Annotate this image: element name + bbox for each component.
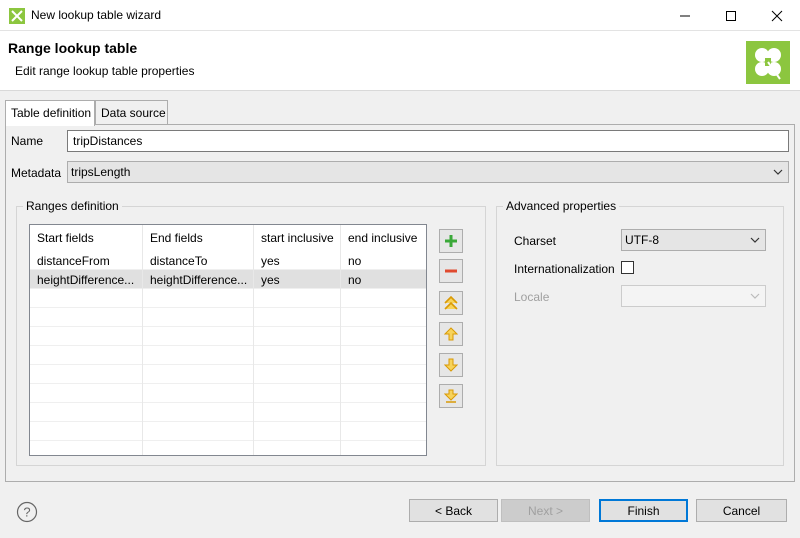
tab-table-definition[interactable]: Table definition [5, 100, 95, 126]
table-row-empty [30, 327, 426, 347]
advanced-group-title: Advanced properties [503, 199, 620, 213]
table-row-empty [30, 384, 426, 404]
move-down-icon [444, 358, 458, 372]
maximize-icon[interactable] [708, 0, 754, 31]
remove-row-button[interactable] [439, 259, 463, 283]
table-row-empty [30, 289, 426, 309]
locale-select[interactable] [621, 285, 766, 307]
name-label: Name [11, 134, 44, 148]
metadata-select[interactable]: tripsLength [67, 161, 789, 183]
table-cell: distanceTo [143, 251, 254, 271]
finish-button[interactable]: Finish [599, 499, 688, 522]
locale-label: Locale [514, 290, 550, 304]
move-top-icon [444, 296, 458, 310]
table-row-empty [30, 422, 426, 442]
tab-data-source[interactable]: Data source [95, 100, 168, 125]
internationalization-checkbox[interactable] [621, 261, 634, 274]
tab-label: Table definition [11, 106, 92, 120]
chevron-down-icon [773, 169, 783, 175]
tab-label: Data source [101, 106, 166, 120]
svg-text:?: ? [23, 505, 30, 520]
table-row-empty [30, 441, 426, 455]
move-down-button[interactable] [439, 353, 463, 377]
column-header-start-fields[interactable]: Start fields [30, 225, 143, 251]
minimize-icon[interactable] [662, 0, 708, 31]
move-bottom-button[interactable] [439, 384, 463, 408]
chevron-down-icon [750, 237, 760, 243]
table-cell: heightDifference... [30, 270, 143, 290]
table-cell: distanceFrom [30, 251, 143, 271]
column-header-end-inclusive[interactable]: end inclusive [341, 225, 426, 251]
table-cell: heightDifference... [143, 270, 254, 290]
table-cell: yes [254, 251, 341, 271]
ranges-group-title: Ranges definition [23, 199, 122, 213]
charset-select-value: UTF-8 [625, 233, 659, 247]
next-button[interactable]: Next > [501, 499, 590, 522]
help-icon[interactable]: ? [16, 501, 38, 523]
table-row-empty [30, 308, 426, 328]
table-row-selected[interactable]: heightDifference... heightDifference... … [30, 270, 426, 290]
charset-select[interactable]: UTF-8 [621, 229, 766, 251]
charset-label: Charset [514, 234, 557, 248]
metadata-select-value: tripsLength [71, 165, 131, 179]
chevron-down-icon [750, 293, 760, 299]
move-top-button[interactable] [439, 291, 463, 315]
table-cell: yes [254, 270, 341, 290]
column-header-end-fields[interactable]: End fields [143, 225, 254, 251]
table-cell: no [348, 273, 362, 287]
app-icon [9, 8, 25, 24]
table-cell: no [348, 254, 362, 268]
name-field[interactable]: tripDistances [67, 130, 789, 152]
remove-icon [445, 269, 457, 273]
window-title: New lookup table wizard [31, 8, 162, 22]
clover-logo-icon [746, 41, 790, 84]
move-up-button[interactable] [439, 322, 463, 346]
table-row-empty [30, 346, 426, 366]
wizard-header: Range lookup table Edit range lookup tab… [0, 31, 800, 91]
add-row-button[interactable] [439, 229, 463, 253]
page-subtitle: Edit range lookup table properties [15, 64, 195, 78]
back-button[interactable]: < Back [409, 499, 498, 522]
table-row[interactable]: distanceFrom distanceTo yes no [30, 251, 426, 271]
move-up-icon [444, 327, 458, 341]
ranges-table[interactable]: Start fields End fields start inclusive … [29, 224, 427, 456]
column-header-start-inclusive[interactable]: start inclusive [254, 225, 341, 251]
cancel-button[interactable]: Cancel [696, 499, 787, 522]
title-bar: New lookup table wizard [0, 0, 800, 31]
page-title: Range lookup table [8, 40, 138, 56]
table-row-empty [30, 403, 426, 423]
close-icon[interactable] [754, 0, 800, 31]
add-icon [445, 235, 457, 247]
internationalization-label: Internationalization [514, 262, 615, 276]
table-row-empty [30, 365, 426, 385]
move-bottom-icon [444, 389, 458, 403]
metadata-label: Metadata [11, 166, 62, 180]
